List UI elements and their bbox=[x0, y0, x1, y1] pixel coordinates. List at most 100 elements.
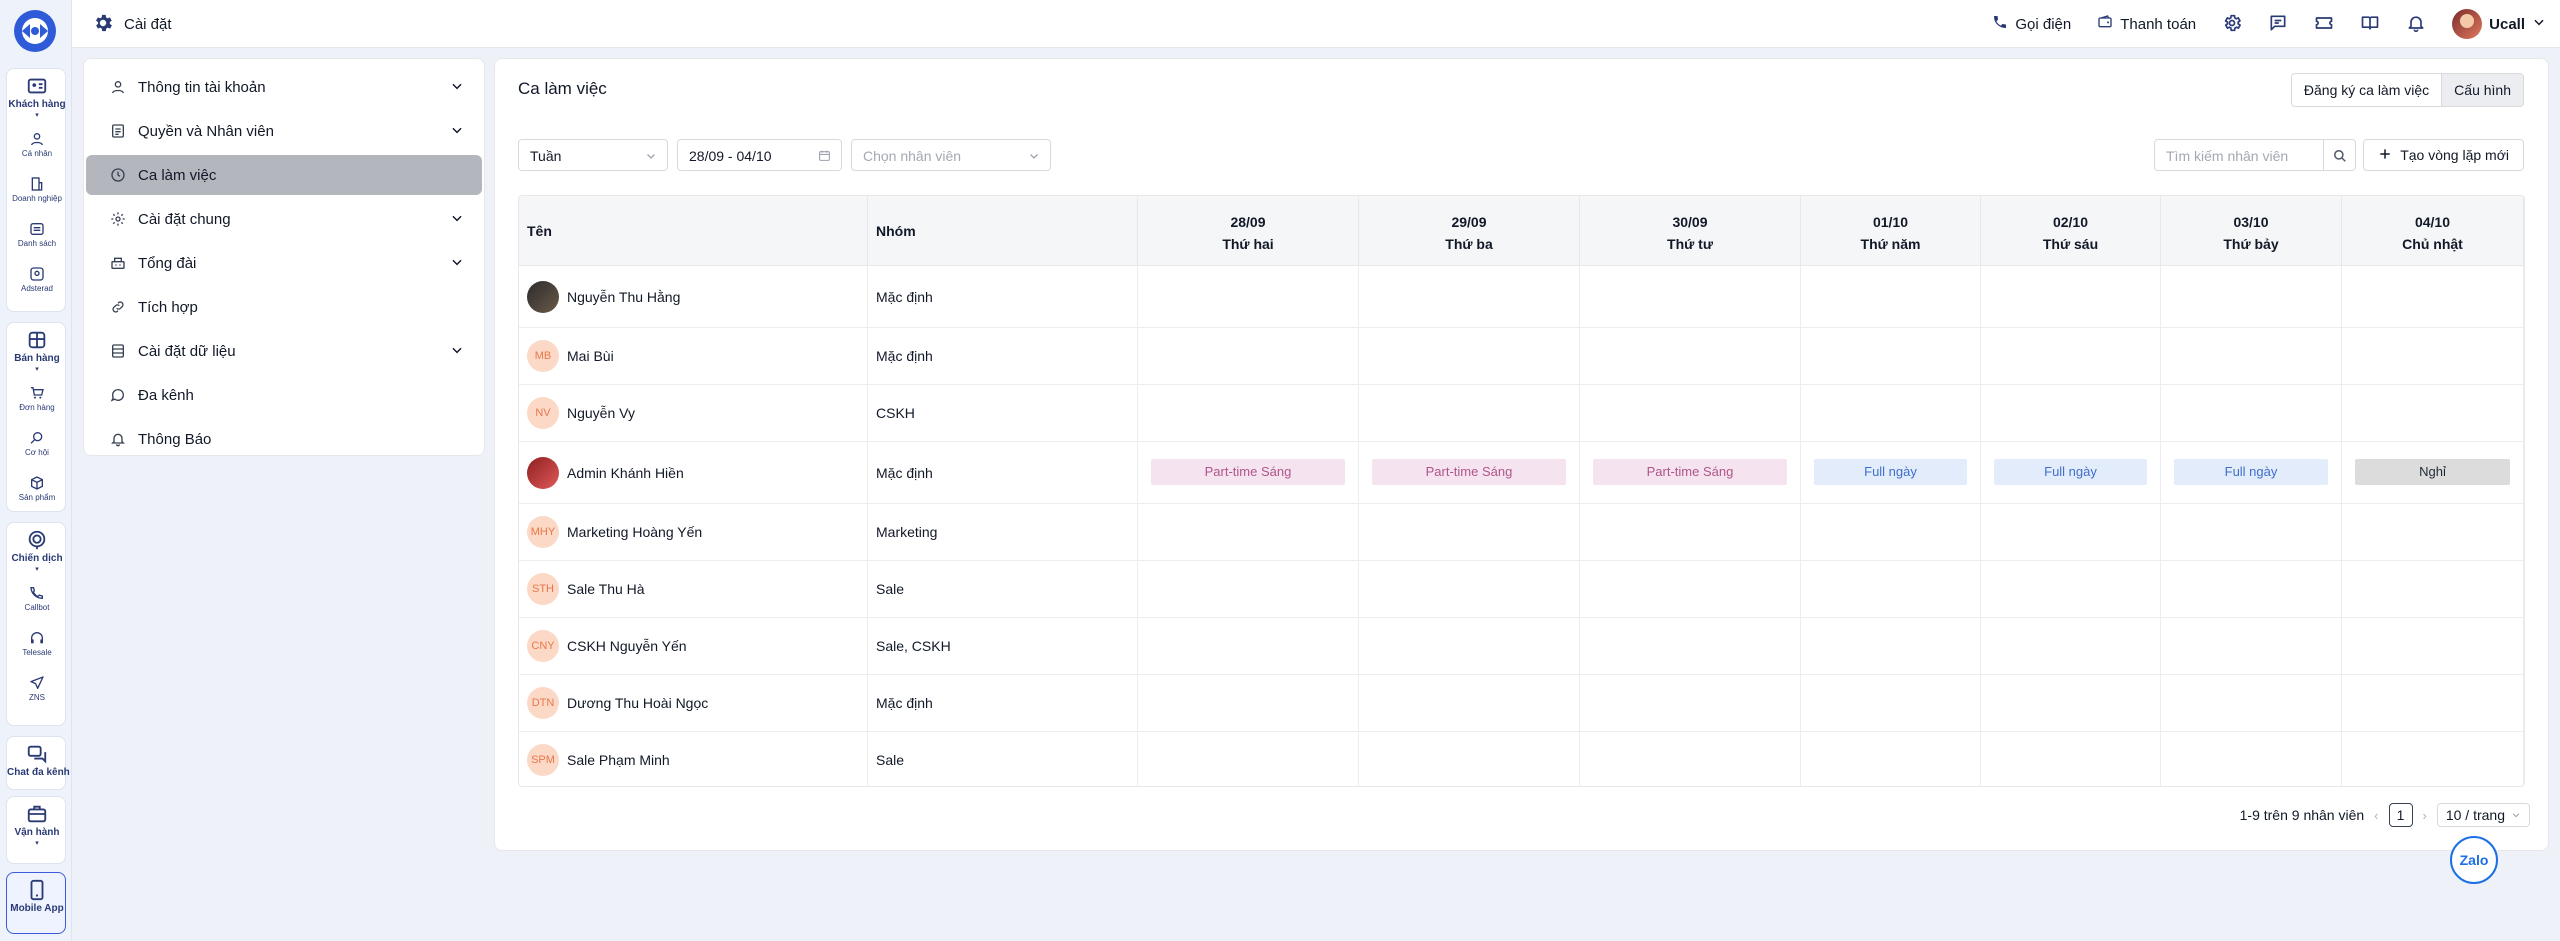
rail-item-main-3[interactable]: Chat đa kênh bbox=[7, 743, 70, 778]
config-button[interactable]: Cấu hình bbox=[2441, 74, 2523, 106]
shift-cell[interactable]: Part-time Sáng bbox=[1359, 442, 1580, 503]
shift-cell[interactable]: Nghỉ bbox=[2342, 442, 2524, 503]
table-row[interactable]: Nguyễn Thu Hằng Mặc định bbox=[519, 266, 2524, 328]
shift-cell[interactable]: Part-time Sáng bbox=[1138, 442, 1359, 503]
shift-badge[interactable]: Full ngày bbox=[2174, 459, 2328, 485]
payment-button[interactable]: Thanh toán bbox=[2097, 14, 2196, 34]
shift-cell[interactable] bbox=[2342, 385, 2524, 441]
shift-cell[interactable] bbox=[1981, 618, 2161, 674]
shift-cell[interactable] bbox=[1580, 732, 1801, 786]
menu-item-0[interactable]: Thông tin tài khoản bbox=[86, 67, 482, 107]
shift-cell[interactable]: Full ngày bbox=[1801, 442, 1981, 503]
shift-cell[interactable] bbox=[2342, 561, 2524, 617]
search-button[interactable] bbox=[2324, 139, 2356, 171]
shift-cell[interactable] bbox=[2342, 618, 2524, 674]
rail-item-1-1[interactable]: Cơ hội bbox=[7, 430, 67, 457]
table-row[interactable]: MB Mai Bùi Mặc định bbox=[519, 328, 2524, 385]
call-button[interactable]: Gọi điện bbox=[1992, 14, 2071, 34]
table-row[interactable]: DTN Dương Thu Hoài Ngọc Mặc định bbox=[519, 675, 2524, 732]
shift-badge[interactable]: Part-time Sáng bbox=[1593, 459, 1787, 485]
shift-cell[interactable] bbox=[2161, 385, 2342, 441]
rail-item-2-1[interactable]: Telesale bbox=[7, 630, 67, 657]
view-mode-select[interactable]: Tuần bbox=[518, 139, 668, 171]
page-1-button[interactable]: 1 bbox=[2388, 803, 2413, 827]
shift-cell[interactable] bbox=[1801, 732, 1981, 786]
menu-item-2[interactable]: Ca làm việc bbox=[86, 155, 482, 195]
shift-cell[interactable] bbox=[1580, 675, 1801, 731]
employee-select[interactable]: Chọn nhân viên bbox=[851, 139, 1051, 171]
shift-cell[interactable] bbox=[1359, 618, 1580, 674]
shift-cell[interactable] bbox=[1580, 561, 1801, 617]
rail-item-0-1[interactable]: Doanh nghiệp bbox=[7, 176, 67, 203]
page-size-select[interactable]: 10 / trang bbox=[2436, 803, 2530, 827]
shift-cell[interactable] bbox=[2161, 618, 2342, 674]
shift-cell[interactable] bbox=[1138, 266, 1359, 327]
menu-item-1[interactable]: Quyền và Nhân viên bbox=[86, 111, 482, 151]
shift-badge[interactable]: Part-time Sáng bbox=[1372, 459, 1566, 485]
rail-item-0-3[interactable]: Adsterad bbox=[7, 266, 67, 293]
user-menu[interactable]: Ucall bbox=[2452, 9, 2546, 39]
table-row[interactable]: CNY CSKH Nguyễn Yến Sale, CSKH bbox=[519, 618, 2524, 675]
shift-cell[interactable] bbox=[1981, 675, 2161, 731]
shift-cell[interactable] bbox=[1580, 385, 1801, 441]
message-icon[interactable] bbox=[2268, 13, 2288, 36]
next-page-icon[interactable]: › bbox=[2423, 808, 2427, 823]
rail-item-main-2[interactable]: Chiến dịch ▾ bbox=[7, 529, 67, 573]
shift-cell[interactable] bbox=[1359, 561, 1580, 617]
shift-cell[interactable]: Full ngày bbox=[1981, 442, 2161, 503]
shift-cell[interactable] bbox=[2342, 504, 2524, 560]
rail-item-0-0[interactable]: Cá nhân bbox=[7, 131, 67, 158]
bell-icon[interactable] bbox=[2406, 13, 2426, 36]
ticket-icon[interactable] bbox=[2314, 13, 2334, 36]
shift-cell[interactable] bbox=[1580, 328, 1801, 384]
table-row[interactable]: STH Sale Thu Hà Sale bbox=[519, 561, 2524, 618]
shift-cell[interactable] bbox=[1981, 266, 2161, 327]
shift-cell[interactable] bbox=[1359, 385, 1580, 441]
shift-cell[interactable] bbox=[1981, 504, 2161, 560]
shift-cell[interactable] bbox=[1801, 675, 1981, 731]
settings-gear-icon[interactable] bbox=[2222, 13, 2242, 36]
rail-item-1-0[interactable]: Đơn hàng bbox=[7, 385, 67, 412]
table-row[interactable]: MHY Marketing Hoàng Yến Marketing bbox=[519, 504, 2524, 561]
shift-badge[interactable]: Full ngày bbox=[1994, 459, 2147, 485]
shift-cell[interactable] bbox=[2161, 266, 2342, 327]
table-row[interactable]: Admin Khánh Hiền Mặc định Part-time Sáng Pa… bbox=[519, 442, 2524, 504]
shift-cell[interactable] bbox=[1138, 504, 1359, 560]
shift-cell[interactable] bbox=[2342, 266, 2524, 327]
shift-cell[interactable] bbox=[1801, 266, 1981, 327]
rail-item-main-5[interactable]: Mobile App bbox=[7, 879, 67, 914]
rail-item-2-0[interactable]: Callbot bbox=[7, 585, 67, 612]
shift-cell[interactable] bbox=[1138, 328, 1359, 384]
shift-cell[interactable] bbox=[2161, 732, 2342, 786]
shift-cell[interactable] bbox=[1801, 504, 1981, 560]
book-icon[interactable] bbox=[2360, 13, 2380, 36]
shift-cell[interactable] bbox=[1580, 618, 1801, 674]
shift-cell[interactable] bbox=[1138, 618, 1359, 674]
shift-badge[interactable]: Part-time Sáng bbox=[1151, 459, 1345, 485]
shift-cell[interactable] bbox=[1138, 385, 1359, 441]
shift-cell[interactable]: Full ngày bbox=[2161, 442, 2342, 503]
shift-cell[interactable]: Part-time Sáng bbox=[1580, 442, 1801, 503]
new-cycle-button[interactable]: Tạo vòng lặp mới bbox=[2363, 139, 2524, 171]
shift-cell[interactable] bbox=[1359, 675, 1580, 731]
menu-item-6[interactable]: Cài đặt dữ liệu bbox=[86, 331, 482, 371]
menu-item-3[interactable]: Cài đặt chung bbox=[86, 199, 482, 239]
shift-cell[interactable] bbox=[1580, 266, 1801, 327]
rail-item-main-0[interactable]: Khách hàng ▾ bbox=[7, 75, 67, 119]
rail-item-main-1[interactable]: Bán hàng ▾ bbox=[7, 329, 67, 373]
shift-cell[interactable] bbox=[2342, 328, 2524, 384]
shift-cell[interactable] bbox=[1801, 618, 1981, 674]
table-row[interactable]: NV Nguyễn Vy CSKH bbox=[519, 385, 2524, 442]
shift-cell[interactable] bbox=[1801, 328, 1981, 384]
shift-cell[interactable] bbox=[2161, 328, 2342, 384]
shift-cell[interactable] bbox=[1981, 561, 2161, 617]
shift-cell[interactable] bbox=[1138, 561, 1359, 617]
shift-cell[interactable] bbox=[1801, 561, 1981, 617]
date-range-picker[interactable]: 28/09 - 04/10 bbox=[677, 139, 842, 171]
menu-item-7[interactable]: Đa kênh bbox=[86, 375, 482, 415]
shift-cell[interactable] bbox=[1981, 385, 2161, 441]
shift-cell[interactable] bbox=[2342, 675, 2524, 731]
shift-cell[interactable] bbox=[2161, 561, 2342, 617]
zalo-chat-button[interactable]: Zalo bbox=[2450, 836, 2498, 884]
shift-badge[interactable]: Full ngày bbox=[1814, 459, 1967, 485]
